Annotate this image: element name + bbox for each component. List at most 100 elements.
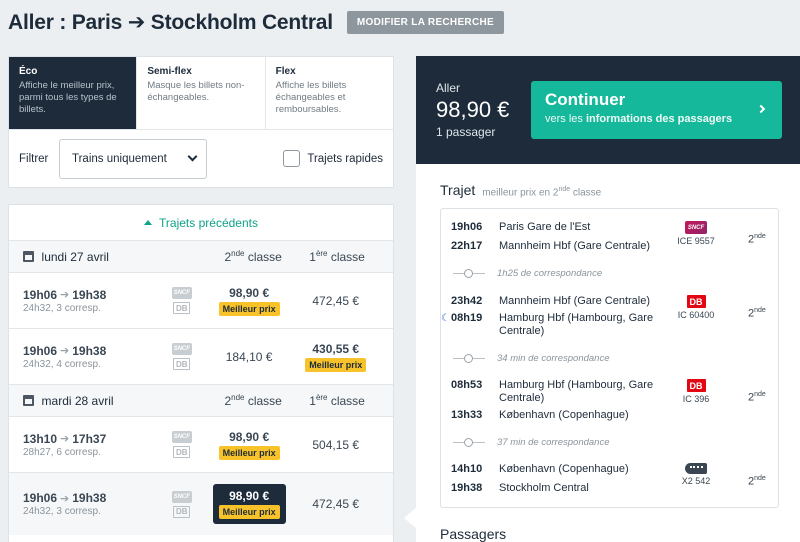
segment: 14h10 København (Copenhague) 19h38 Stockho…	[441, 463, 778, 495]
filter-select-value: Trains uniquement	[72, 152, 167, 165]
trip-row[interactable]: 13h10 ➔ 17h37 28h27, 6 corresp. SNCF DB 98…	[9, 417, 393, 473]
fare-tab-name: Éco	[19, 66, 38, 77]
price-1st-class[interactable]: 430,55 € Meilleur prix	[292, 342, 379, 372]
class-num: 1	[309, 394, 316, 408]
continue-title: Continuer	[545, 90, 626, 109]
previous-trips-link[interactable]: Trajets précédents	[9, 205, 393, 241]
carrier-logos: SNCF DB	[158, 343, 206, 370]
price-2nd-class[interactable]: 98,90 € Meilleur prix	[206, 430, 293, 460]
segment-train: IC 60400	[677, 310, 715, 320]
rapid-trips-toggle[interactable]: Trajets rapides	[283, 150, 383, 167]
arrow-right-icon: ➔	[60, 433, 70, 445]
departure-time: 13h10	[23, 431, 58, 446]
connection-icon	[453, 353, 485, 363]
arrival-time: 19h38	[72, 343, 107, 358]
class-sup: nde	[754, 391, 766, 398]
best-price-badge: Meilleur prix	[305, 357, 367, 372]
summary-info: Aller 98,90 € 1 passager	[436, 81, 531, 139]
sncf-logo-icon: SNCF	[171, 287, 192, 299]
connection: 1h25 de correspondance	[441, 266, 778, 280]
arrow-right-icon: ➔	[60, 289, 70, 301]
continue-sub-bold: informations des passagers	[585, 113, 733, 125]
fare-tab-desc: Affiche le meilleur prix, parmi tous les…	[19, 80, 117, 115]
summary-price: 98,90 €	[436, 97, 510, 122]
sncf-logo-icon: SNCF	[171, 490, 192, 503]
segment-arr-station: Hamburg Hbf (Hambourg, Gare Centrale)	[499, 312, 654, 337]
price: 98,90 €	[229, 489, 270, 503]
trip-duration: 28h27, 6 corresp.	[23, 446, 101, 458]
segment-arr-station: Mannheim Hbf (Gare Centrale)	[499, 240, 651, 252]
segment: 08h53 Hamburg Hbf (Hambourg, Gare Central…	[441, 379, 778, 422]
db-logo-icon: DB	[173, 505, 191, 518]
train-icon	[685, 463, 707, 474]
note-sup: nde	[558, 185, 571, 193]
page-header: Aller : Paris ➔ Stockholm Central MODIFI…	[8, 8, 504, 36]
segment-dep-station: Paris Gare de l'Est	[499, 221, 591, 233]
segment-arr-time: 13h33	[451, 409, 483, 421]
calendar-icon	[23, 395, 34, 406]
segment: 23h42 Mannheim Hbf (Gare Centrale) ☾ 08h19…	[441, 295, 778, 338]
note-prefix: meilleur prix en 2	[482, 187, 559, 198]
segment-dep-time: 14h10	[451, 463, 483, 475]
price-2nd-class-selected[interactable]: 98,90 € Meilleur prix	[206, 484, 293, 524]
departure-time: 19h06	[23, 287, 58, 302]
departure-time: 19h06	[23, 491, 58, 505]
sncf-logo-icon: SNCF	[685, 221, 707, 234]
trajet-header: Trajet meilleur prix en 2nde classe	[416, 164, 800, 198]
previous-trips-label: Trajets précédents	[159, 215, 258, 230]
rapid-trips-checkbox[interactable]	[283, 150, 301, 167]
segment-dep-station: København (Copenhague)	[499, 463, 629, 475]
price-2nd-class[interactable]: 184,10 €	[206, 350, 293, 364]
db-logo-icon: DB	[686, 379, 706, 392]
filter-label: Filtrer	[19, 152, 49, 165]
fare-filter-box: Éco Affiche le meilleur prix, parmi tous…	[8, 56, 394, 188]
segment-dep-time: 23h42	[451, 295, 483, 307]
carrier-logos: SNCF DB	[158, 490, 206, 518]
price: 184,10 €	[225, 349, 273, 364]
day-header: mardi 28 avril 2nde classe 1ère classe	[9, 385, 393, 417]
segment-train: X2 542	[681, 476, 711, 486]
fare-tab-desc: Masque les billets non-échangeables.	[147, 80, 245, 103]
tab-eco[interactable]: Éco Affiche le meilleur prix, parmi tous…	[9, 57, 138, 129]
segment-dep-station: Hamburg Hbf (Hambourg, Gare Centrale)	[499, 379, 654, 404]
filter-select[interactable]: Trains uniquement	[59, 138, 207, 179]
trip-times: 19h06 ➔ 19h38 24h32, 4 corresp.	[23, 344, 158, 370]
trip-row-selected[interactable]: 19h06 ➔ 19h38 24h32, 3 corresp. SNCF DB 98…	[9, 473, 393, 535]
class-word: classe	[327, 250, 365, 264]
fare-tab-desc: Affiche les billets échangeables et remb…	[275, 80, 347, 115]
rapid-trips-label: Trajets rapides	[307, 152, 383, 165]
tab-semi-flex[interactable]: Semi-flex Masque les billets non-échange…	[137, 57, 266, 129]
segment-train: IC 396	[682, 394, 710, 404]
segment-train: ICE 9557	[677, 236, 715, 246]
results-list: Trajets précédents lundi 27 avril 2nde c…	[8, 204, 394, 542]
selected-price-box[interactable]: 98,90 € Meilleur prix	[212, 484, 286, 524]
sncf-logo-icon: SNCF	[171, 343, 192, 355]
modify-search-button[interactable]: MODIFIER LA RECHERCHE	[346, 10, 504, 34]
trip-row[interactable]: 19h06 ➔ 19h38 24h32, 3 corresp. SNCF DB 98…	[9, 273, 393, 329]
price-1st-class[interactable]: 472,45 €	[292, 294, 379, 308]
class-sup: nde	[754, 307, 766, 314]
fare-tab-name: Flex	[275, 66, 296, 77]
class-word: classe	[244, 394, 282, 408]
chevron-down-icon	[187, 151, 198, 162]
segment-arr-time: 19h38	[451, 482, 483, 494]
day-label: mardi 28 avril	[41, 393, 114, 408]
calendar-icon	[23, 251, 34, 262]
triangle-up-icon	[144, 220, 153, 225]
summary-passengers: 1 passager	[436, 125, 496, 139]
price-1st-class[interactable]: 504,15 €	[292, 438, 379, 452]
tab-flex[interactable]: Flex Affiche les billets échangeables et…	[266, 57, 393, 129]
trip-duration: 24h32, 3 corresp.	[23, 302, 101, 314]
price-1st-class[interactable]: 472,45 €	[292, 497, 379, 511]
price: 98,90 €	[229, 429, 270, 444]
continue-button[interactable]: Continuer vers les informations des pass…	[531, 81, 782, 139]
trajet-title: Trajet	[440, 182, 476, 198]
price-2nd-class[interactable]: 98,90 € Meilleur prix	[206, 286, 293, 316]
segment-arr-time: 22h17	[451, 240, 483, 252]
connection: 34 min de correspondance	[441, 351, 778, 365]
summary-bar: Aller 98,90 € 1 passager Continuer vers …	[416, 56, 800, 164]
db-logo-icon: DB	[686, 295, 706, 308]
connection-icon	[453, 268, 485, 278]
trip-row[interactable]: 19h06 ➔ 19h38 24h32, 4 corresp. SNCF DB 18…	[9, 329, 393, 385]
day-header: lundi 27 avril 2nde classe 1ère classe	[9, 241, 393, 273]
